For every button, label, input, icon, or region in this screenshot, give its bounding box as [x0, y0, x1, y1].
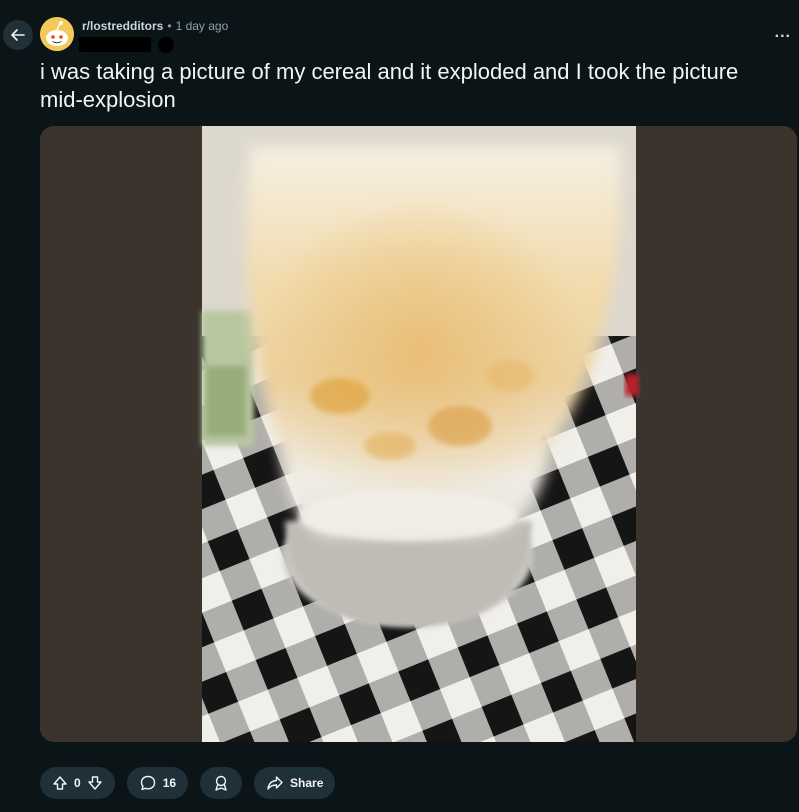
comment-count: 16	[162, 776, 177, 790]
more-options-button[interactable]: ...	[775, 24, 791, 42]
cereal-photo	[40, 126, 797, 742]
post-meta: r/lostredditors • 1 day ago	[82, 19, 228, 33]
comment-bubble-icon	[140, 775, 155, 791]
arrow-left-icon	[11, 29, 25, 41]
snoo-icon	[40, 17, 74, 51]
subreddit-avatar[interactable]	[40, 17, 74, 51]
share-label: Share	[290, 776, 324, 790]
vote-score: 0	[74, 776, 81, 790]
award-button[interactable]	[200, 767, 243, 799]
post-age: 1 day ago	[175, 19, 229, 33]
subreddit-link[interactable]: r/lostredditors	[82, 19, 163, 33]
post-title: i was taking a picture of my cereal and …	[40, 59, 739, 112]
comments-button[interactable]: 16	[126, 767, 189, 799]
post-actions: 0 16 Share	[40, 767, 336, 799]
meta-separator: •	[167, 19, 172, 33]
back-button[interactable]	[3, 20, 33, 50]
redacted-mark	[158, 37, 174, 53]
redacted-username	[79, 37, 151, 52]
award-icon	[215, 775, 227, 791]
arrow-down-icon[interactable]	[87, 775, 103, 791]
arrow-up-icon[interactable]	[52, 775, 68, 791]
post-image[interactable]	[40, 126, 797, 742]
vote-control: 0	[40, 767, 115, 799]
share-button[interactable]: Share	[254, 767, 336, 799]
share-arrow-icon	[267, 776, 283, 790]
